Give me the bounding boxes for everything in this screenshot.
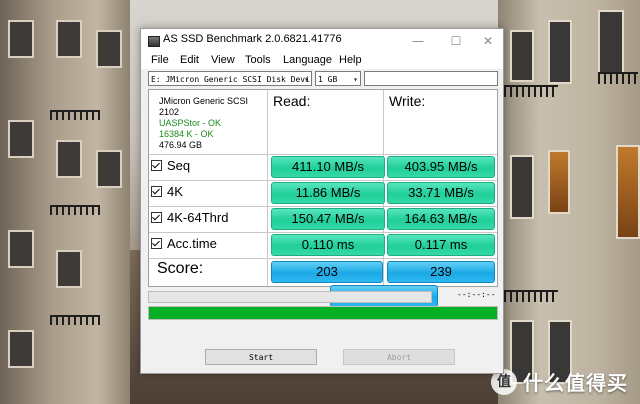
minimize-button[interactable]: — [409,32,427,50]
checkbox-checked-icon [151,238,162,249]
4k-write-value: 33.71 MB/s [387,182,495,204]
menu-view[interactable]: View [211,54,235,66]
score-label: Score: [157,260,204,277]
maximize-button[interactable]: ☐ [447,32,465,50]
elapsed-time: --:--:-- [457,290,496,299]
abort-button[interactable]: Abort [343,349,455,365]
acctime-write-value: 0.117 ms [387,234,495,256]
4k64-label: 4K-64Thrd [167,210,229,225]
acctime-read-value: 0.110 ms [271,234,385,256]
drive-select[interactable]: E: JMicron Generic SCSI Disk Devi ▾ [148,71,312,86]
4k64-read-value: 150.47 MB/s [271,208,385,230]
4k-checkbox[interactable]: 4K [151,184,183,199]
4k-label: 4K [167,184,183,199]
menu-tools[interactable]: Tools [245,54,271,66]
right-building [498,0,640,404]
seq-label: Seq [167,158,191,173]
4k64-write-value: 164.63 MB/s [387,208,495,230]
4k64-checkbox[interactable]: 4K-64Thrd [151,210,228,225]
start-button[interactable]: Start [205,349,317,365]
score-write-value: 239 [387,261,495,283]
menu-bar: File Edit View Tools Language Help [141,53,503,69]
checkbox-checked-icon [151,212,162,223]
4k-read-value: 11.86 MB/s [271,182,385,204]
app-icon [148,36,160,47]
menu-help[interactable]: Help [339,54,362,66]
acctime-label: Acc.time [167,236,217,251]
score-read-value: 203 [271,261,383,283]
overall-progress-fill [149,307,497,319]
close-button[interactable]: ✕ [479,32,497,50]
seq-checkbox[interactable]: Seq [151,158,190,173]
drive-firmware: 2102 [159,107,180,117]
overall-progress-bar [148,306,498,320]
title-bar[interactable]: AS SSD Benchmark 2.0.6821.41776 — ☐ ✕ [141,29,503,53]
menu-language[interactable]: Language [283,54,332,66]
left-building [0,0,130,404]
alignment-status: 16384 K - OK [159,129,214,139]
toolbar: E: JMicron Generic SCSI Disk Devi ▾ 1 GB… [141,69,503,87]
seq-read-value: 411.10 MB/s [271,156,385,178]
watermark: 值 什么值得买 [491,367,628,396]
search-input[interactable] [364,71,498,86]
drive-select-value: E: JMicron Generic SCSI Disk Devi [151,75,310,84]
watermark-text: 什么值得买 [523,371,628,395]
menu-edit[interactable]: Edit [180,54,199,66]
driver-status: UASPStor - OK [159,118,222,128]
test-progress-bar [148,291,432,303]
drive-capacity: 476.94 GB [159,140,203,150]
checkbox-checked-icon [151,186,162,197]
read-header: Read: [273,93,311,109]
chevron-down-icon: ▾ [304,75,309,84]
drive-name: JMicron Generic SCSI [159,96,249,106]
results-grid: JMicron Generic SCSI 2102 UASPStor - OK … [148,89,498,287]
window-title: AS SSD Benchmark 2.0.6821.41776 [163,33,342,45]
acctime-checkbox[interactable]: Acc.time [151,236,217,251]
menu-file[interactable]: File [151,54,169,66]
write-header: Write: [389,93,426,109]
size-select-value: 1 GB [318,75,338,84]
chevron-down-icon: ▾ [353,75,358,84]
as-ssd-window: AS SSD Benchmark 2.0.6821.41776 — ☐ ✕ Fi… [140,28,504,374]
seq-write-value: 403.95 MB/s [387,156,495,178]
drive-info: JMicron Generic SCSI 2102 UASPStor - OK … [159,96,248,151]
checkbox-checked-icon [151,160,162,171]
size-select[interactable]: 1 GB ▾ [315,71,361,86]
